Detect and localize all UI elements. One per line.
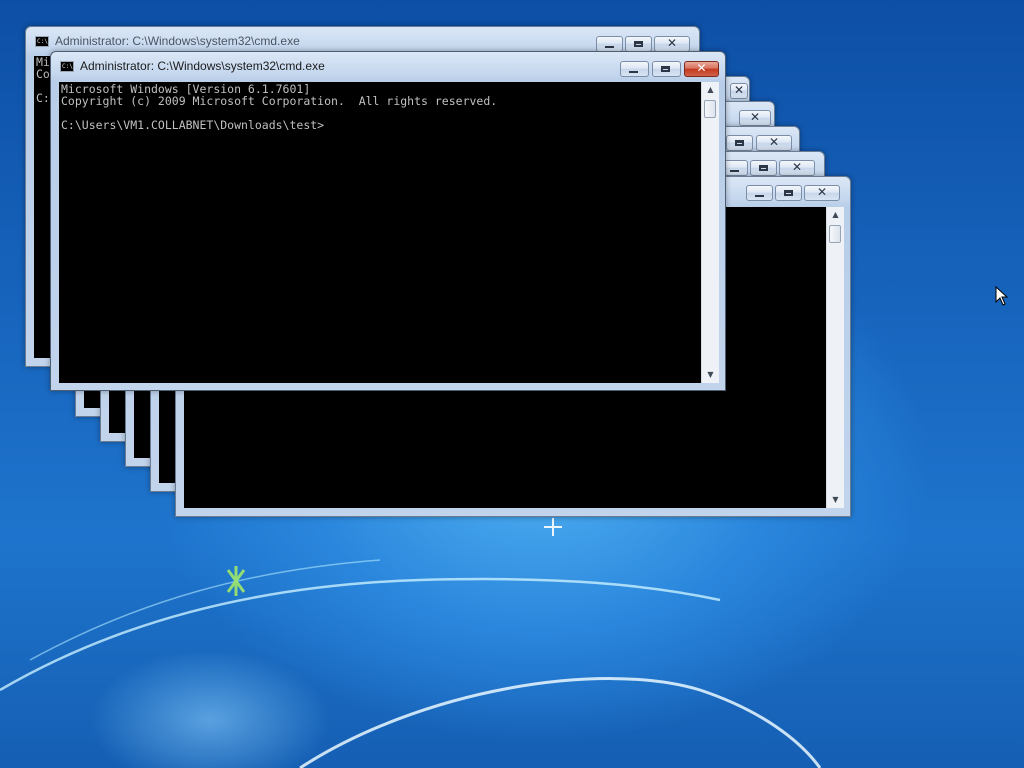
close-icon: ✕ — [666, 36, 678, 50]
vertical-scrollbar[interactable]: ▲ ▼ — [701, 82, 719, 383]
close-button[interactable]: ✕ — [779, 160, 815, 176]
minimize-icon — [755, 195, 764, 197]
maximize-button[interactable] — [775, 185, 802, 201]
window-title: Administrator: C:\Windows\system32\cmd.e… — [80, 59, 325, 73]
close-button[interactable]: ✕ — [730, 83, 748, 99]
mouse-pointer-icon — [995, 286, 1009, 306]
close-icon: ✕ — [768, 135, 780, 149]
scroll-down-arrow-icon[interactable]: ▼ — [827, 492, 844, 508]
scroll-up-arrow-icon[interactable]: ▲ — [702, 82, 719, 98]
maximize-icon — [784, 190, 793, 196]
window-title: Administrator: C:\Windows\system32\cmd.e… — [55, 34, 300, 48]
cmd-icon: C:\ — [35, 36, 49, 47]
scroll-down-arrow-icon[interactable]: ▼ — [702, 367, 719, 383]
maximize-icon — [735, 140, 744, 146]
close-button[interactable]: ✕ — [739, 110, 771, 126]
title-bar[interactable]: C:\ Administrator: C:\Windows\system32\c… — [51, 52, 725, 80]
console-line: Copyright (c) 2009 Microsoft Corporation… — [61, 94, 498, 108]
close-button[interactable]: ✕ — [756, 135, 792, 151]
cmd-window-active[interactable]: C:\ Administrator: C:\Windows\system32\c… — [50, 51, 726, 391]
close-button[interactable]: ✕ — [684, 61, 719, 77]
close-button[interactable]: ✕ — [804, 185, 840, 201]
minimize-button[interactable] — [596, 36, 623, 52]
maximize-icon — [759, 165, 768, 171]
maximize-button[interactable] — [625, 36, 652, 52]
close-icon: ✕ — [791, 160, 803, 174]
minimize-icon — [629, 71, 638, 73]
vertical-scrollbar[interactable]: ▲ ▼ — [826, 207, 844, 508]
maximize-icon — [634, 41, 643, 47]
close-icon: ✕ — [696, 61, 707, 75]
scroll-thumb[interactable] — [829, 225, 841, 243]
maximize-button[interactable] — [750, 160, 777, 176]
close-icon: ✕ — [816, 185, 828, 199]
close-icon: ✕ — [733, 83, 745, 97]
maximize-icon — [661, 66, 670, 72]
console-prompt: C:\Users\VM1.COLLABNET\Downloads\test> — [61, 118, 325, 132]
minimize-button[interactable] — [746, 185, 773, 201]
cmd-icon: C:\ — [60, 61, 74, 72]
minimize-icon — [605, 46, 614, 48]
close-button[interactable]: ✕ — [654, 36, 690, 52]
maximize-button[interactable] — [726, 135, 753, 151]
minimize-button[interactable] — [620, 61, 649, 77]
scroll-thumb[interactable] — [704, 100, 716, 118]
close-icon: ✕ — [749, 110, 761, 124]
minimize-icon — [730, 170, 739, 172]
console-area[interactable]: Microsoft Windows [Version 6.1.7601] Cop… — [59, 82, 701, 383]
scroll-up-arrow-icon[interactable]: ▲ — [827, 207, 844, 223]
maximize-button[interactable] — [652, 61, 681, 77]
